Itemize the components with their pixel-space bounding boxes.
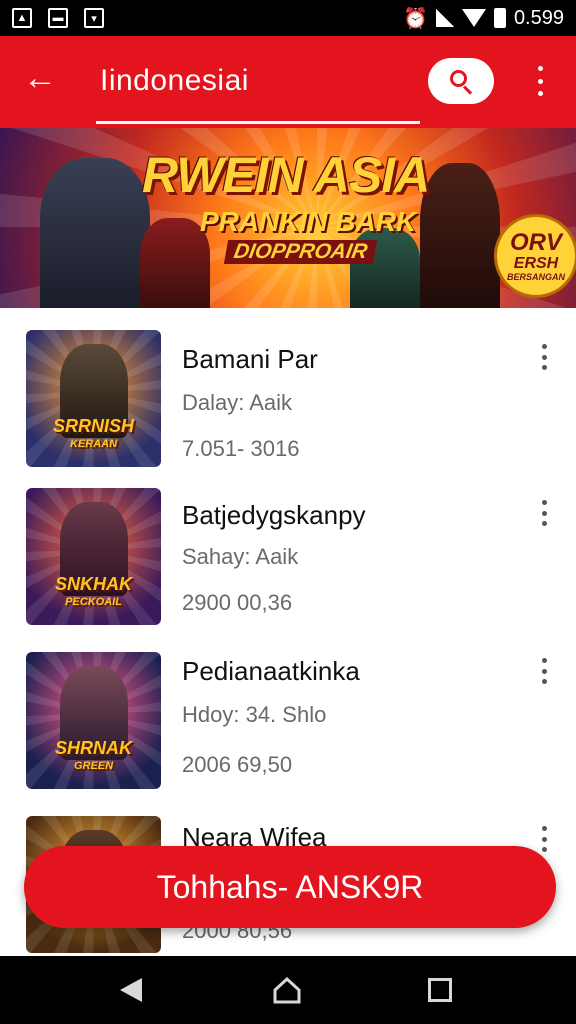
image-icon: ▬ (48, 8, 68, 28)
banner-tagline: DIOPPROAIR (223, 240, 378, 264)
alarm-icon: ⏰ (403, 7, 428, 30)
primary-action-button[interactable]: Tohhahs- ANSK9R (24, 846, 556, 928)
status-time: 0.599 (513, 6, 564, 29)
search-button[interactable] (428, 58, 494, 104)
app-bar: ← Iindonesiai (0, 36, 576, 128)
status-bar: ▲ ▬ ▾ ⏰ 0.599 (0, 0, 576, 36)
battery-icon (493, 8, 506, 28)
back-arrow-icon[interactable]: ← (22, 60, 58, 96)
item-subtitle: Hdoy: 34. Shlo (182, 702, 327, 727)
banner-character (420, 163, 500, 308)
item-subtitle: Sahay: Aaik (182, 544, 299, 569)
more-vert-icon[interactable] (534, 500, 554, 526)
image-icon: ▲ (12, 8, 32, 28)
banner-title: RWEIN ASIA (142, 147, 430, 203)
banner-character (40, 158, 150, 308)
system-nav-bar (0, 956, 576, 1024)
signal-icon (435, 9, 454, 27)
search-icon (448, 68, 474, 95)
item-meta: 2006 69,50 (182, 752, 293, 777)
nav-back-icon[interactable] (120, 978, 142, 1002)
item-title: Pedianaatkinka (182, 656, 360, 686)
item-meta: 2900 00,36 (182, 590, 293, 615)
more-vert-icon[interactable] (534, 658, 554, 684)
item-meta: 7.051- 3016 (182, 436, 300, 461)
game-thumbnail: SNKHAK PECKOAIL (26, 488, 161, 625)
promo-banner[interactable]: RWEIN ASIA PRANKIN BARK DIOPPROAIR ORV E… (0, 128, 576, 308)
more-vert-icon[interactable] (528, 66, 552, 96)
wifi-icon (461, 9, 486, 27)
banner-badge: ORV ERSH BERSANGAN (494, 214, 576, 298)
item-title: Bamani Par (182, 344, 318, 374)
game-thumbnail: SHRNAK GREEN (26, 652, 161, 789)
list-item[interactable]: SRRNISH KERAAN Bamani Par Dalay: Aaik 7.… (0, 330, 576, 490)
title-underline (96, 121, 420, 124)
more-vert-icon[interactable] (534, 826, 554, 852)
list-item[interactable]: SNKHAK PECKOAIL Batjedygskanpy Sahay: Aa… (0, 488, 576, 648)
more-vert-icon[interactable] (534, 344, 554, 370)
page-title: Iindonesiai (100, 64, 249, 97)
item-title: Batjedygskanpy (182, 500, 366, 530)
item-subtitle: Dalay: Aaik (182, 390, 293, 415)
nav-home-icon[interactable] (272, 976, 302, 1004)
game-thumbnail: SRRNISH KERAAN (26, 330, 161, 467)
download-icon: ▾ (84, 8, 104, 28)
list-item[interactable]: SHRNAK GREEN Pedianaatkinka Hdoy: 34. Sh… (0, 652, 576, 812)
banner-subtitle: PRANKIN BARK (200, 206, 417, 237)
nav-recents-icon[interactable] (428, 978, 452, 1002)
